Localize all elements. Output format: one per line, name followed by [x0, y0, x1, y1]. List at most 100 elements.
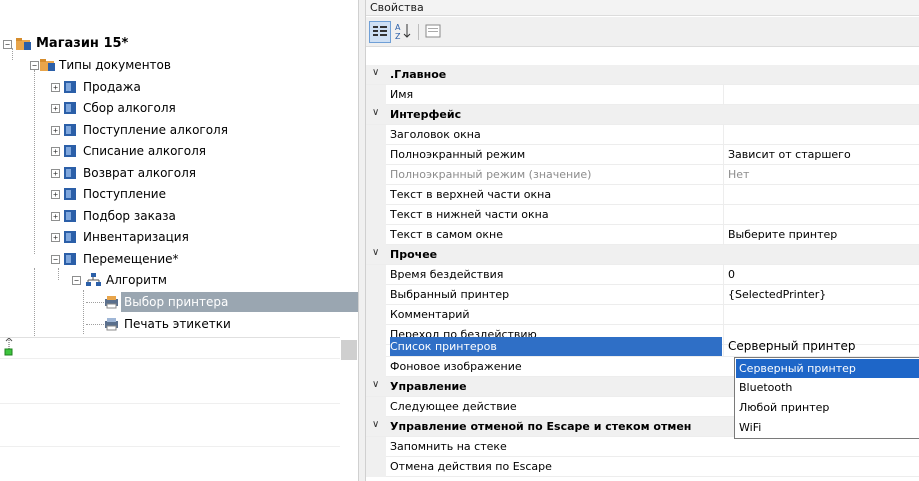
collapse-icon[interactable]: − — [30, 61, 39, 70]
property-value[interactable]: {SelectedPrinter} — [723, 285, 919, 304]
category-label: .Главное — [390, 68, 447, 81]
row-gutter — [366, 145, 386, 165]
tree-guide — [12, 48, 13, 60]
property-row[interactable]: Полноэкранный режим Зависит от старшего — [366, 145, 919, 165]
property-row[interactable]: Отмена действия по Escape — [366, 457, 919, 477]
property-value[interactable]: Выберите принтер — [723, 225, 919, 244]
property-row[interactable]: Текст в самом окне Выберите принтер — [366, 225, 919, 245]
collapse-icon[interactable]: − — [3, 40, 12, 49]
printer-dropdown-list[interactable]: Серверный принтер Bluetooth Любой принте… — [734, 357, 919, 439]
row-gutter — [366, 265, 386, 285]
row-gutter — [366, 205, 386, 225]
property-row[interactable]: Комментарий — [366, 305, 919, 325]
tree-node-step-selected[interactable]: Выбор принтера — [0, 292, 358, 312]
scrollbar-thumb[interactable] — [341, 340, 357, 360]
collapse-icon[interactable]: − — [72, 276, 81, 285]
tree-step-label: Печать этикетки — [124, 317, 231, 331]
property-value[interactable]: 0 — [723, 265, 919, 284]
document-icon — [63, 230, 78, 244]
property-name: Время бездействия — [390, 268, 504, 281]
chevron-down-icon[interactable]: ∨ — [372, 247, 379, 258]
properties-toolbar: AZ — [366, 17, 919, 47]
chevron-down-icon[interactable]: ∨ — [372, 419, 379, 430]
chevron-down-icon[interactable]: ∨ — [372, 67, 379, 78]
tree-doc-label: Продажа — [83, 80, 141, 94]
dropdown-option[interactable]: Bluetooth — [736, 378, 919, 397]
document-icon — [63, 187, 78, 201]
tree-step-label: Выбор принтера — [121, 292, 358, 312]
expand-icon[interactable]: + — [51, 126, 60, 135]
tree-root-label: Магазин 15* — [36, 36, 129, 51]
chevron-down-icon[interactable]: ∨ — [372, 107, 379, 118]
property-row[interactable]: Текст в верхней части окна — [366, 185, 919, 205]
category-label: Управление отменой по Escape и стеком от… — [390, 420, 692, 433]
expand-icon[interactable]: + — [51, 212, 60, 221]
print-label-icon — [104, 317, 119, 331]
property-row[interactable]: Имя — [366, 85, 919, 105]
property-row[interactable]: Время бездействия 0 — [366, 265, 919, 285]
property-value[interactable] — [723, 185, 919, 204]
row-gutter — [366, 165, 386, 185]
tree-doc-label: Списание алкоголя — [83, 144, 206, 158]
row-divider — [0, 403, 340, 404]
tree-algorithm-label: Алгоритм — [106, 273, 167, 287]
dropdown-option[interactable]: Любой принтер — [736, 398, 919, 417]
expand-icon[interactable]: + — [51, 104, 60, 113]
tree-doc-label: Подбор заказа — [83, 209, 176, 223]
sort-az-icon[interactable]: AZ — [393, 21, 415, 43]
property-row[interactable]: Текст в нижней части окна — [366, 205, 919, 225]
algorithm-icon — [86, 273, 101, 287]
document-icon — [63, 166, 78, 180]
tree-guide — [86, 302, 104, 303]
property-name: Заголовок окна — [390, 128, 481, 141]
category-main[interactable]: ∨ .Главное — [366, 65, 919, 85]
pane-splitter[interactable] — [358, 0, 366, 481]
property-value[interactable]: Зависит от старшего — [723, 145, 919, 164]
property-value[interactable] — [723, 205, 919, 224]
property-value[interactable] — [723, 305, 919, 324]
tree-guide — [34, 70, 35, 254]
properties-panel: Свойства AZ ∨ .Главное Имя ∨ Интерфейс З… — [366, 0, 919, 481]
expand-icon[interactable]: + — [51, 169, 60, 178]
property-pages-icon[interactable] — [423, 21, 445, 43]
dropdown-option-selected[interactable]: Серверный принтер — [736, 359, 919, 378]
printer-list-select[interactable]: Серверный принтер — [723, 337, 919, 356]
property-row[interactable]: Запомнить на стеке — [366, 437, 919, 457]
category-interface[interactable]: ∨ Интерфейс — [366, 105, 919, 125]
chevron-down-icon[interactable]: ∨ — [372, 379, 379, 390]
printer-step-icon — [104, 295, 119, 309]
svg-text:A: A — [395, 23, 401, 32]
collapse-icon[interactable]: − — [51, 255, 60, 264]
properties-title: Свойства — [366, 0, 919, 16]
property-row-selected[interactable]: Список принтеров Серверный принтер — [366, 337, 919, 357]
property-name: Фоновое изображение — [390, 360, 522, 373]
document-icon — [63, 252, 78, 266]
property-value[interactable] — [723, 85, 919, 104]
category-label: Прочее — [390, 248, 438, 261]
property-value[interactable] — [723, 125, 919, 144]
property-row[interactable]: Выбранный принтер {SelectedPrinter} — [366, 285, 919, 305]
document-icon — [63, 123, 78, 137]
tree-doc-label: Инвентаризация — [83, 230, 189, 244]
property-value: Нет — [723, 165, 919, 184]
categorized-icon[interactable] — [369, 21, 391, 43]
expand-icon[interactable]: + — [51, 233, 60, 242]
expand-icon[interactable]: + — [51, 83, 60, 92]
property-name: Запомнить на стеке — [390, 440, 507, 453]
expand-icon[interactable]: + — [51, 190, 60, 199]
expand-icon[interactable]: + — [51, 147, 60, 156]
row-gutter — [366, 225, 386, 245]
tree-guide — [58, 268, 59, 280]
start-point-icon[interactable] — [4, 337, 14, 356]
row-gutter — [366, 457, 386, 477]
store-folder-icon — [16, 37, 31, 51]
row-gutter — [366, 285, 386, 305]
document-tree: − Магазин 15* − Типы документов + Продаж… — [0, 0, 361, 481]
row-gutter — [366, 357, 386, 377]
property-name: Текст в нижней части окна — [390, 208, 549, 221]
property-row[interactable]: Заголовок окна — [366, 125, 919, 145]
category-other[interactable]: ∨ Прочее — [366, 245, 919, 265]
document-icon — [63, 80, 78, 94]
dropdown-option[interactable]: WiFi — [736, 418, 919, 437]
property-name: Список принтеров — [390, 337, 722, 356]
